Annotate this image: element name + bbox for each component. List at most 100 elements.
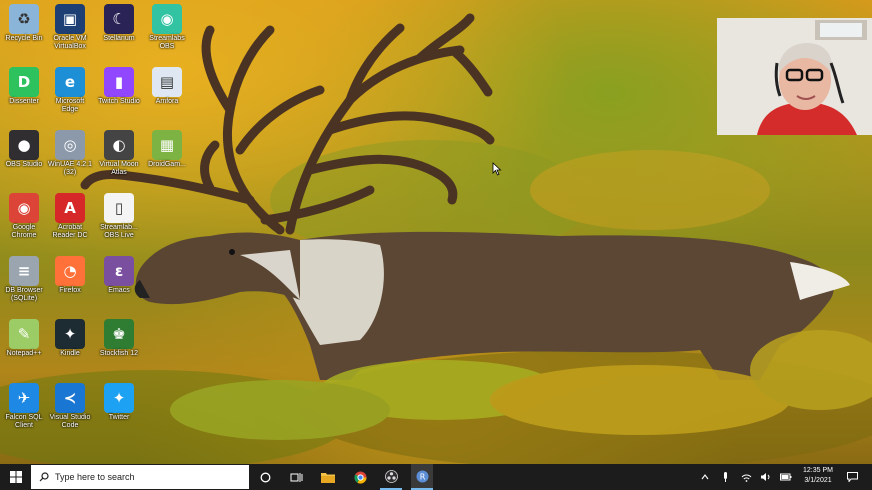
notepad-plus-icon: ✎: [9, 319, 39, 349]
desktop-icon-virtualbox[interactable]: ▣ Oracle VM VirtualBox: [48, 4, 92, 51]
desktop-icon-twitch[interactable]: ▮ Twitch Studio: [97, 67, 141, 106]
desktop-icon-kindle[interactable]: ✦ Kindle: [48, 319, 92, 358]
firefox-icon: ◔: [55, 256, 85, 286]
desktop-icon-label: Kindle: [60, 350, 80, 357]
taskbar-clock[interactable]: 12:35 PM 3/1/2021: [795, 466, 841, 486]
chevron-up-icon: [701, 474, 709, 480]
moon-atlas-icon: ◐: [104, 130, 134, 160]
desktop-icon-label: Recycle Bin: [5, 35, 43, 42]
speaker-icon: [761, 473, 770, 481]
desktop: ♻ Recycle Bin ▣ Oracle VM VirtualBox ☾ Stella…: [0, 0, 872, 464]
emacs-icon: ε: [104, 256, 134, 286]
chess-icon: ♚: [104, 319, 134, 349]
desktop-icon-streamlabs[interactable]: ◉ Streamlabs OBS: [145, 4, 189, 51]
desktop-icon-label: Oracle VM VirtualBox: [53, 35, 87, 50]
desktop-icon-label: Notepad++: [6, 350, 42, 357]
microphone-tray[interactable]: [718, 464, 732, 490]
desktop-icon-label: Acrobat Reader DC: [52, 224, 88, 239]
desktop-icon-recycle-bin[interactable]: ♻ Recycle Bin: [2, 4, 46, 43]
desktop-icon-label: OBS Studio: [5, 161, 43, 168]
amfora-icon: ▤: [152, 67, 182, 97]
twitter-icon: ✦: [104, 383, 134, 413]
taskbar: Type here to search R 12:35 PM 3/1/2021: [0, 464, 872, 490]
desktop-icon-android[interactable]: ▦ DroidGam...: [145, 130, 189, 169]
clock-date: 3/1/2021: [804, 477, 832, 484]
virtualbox-icon: ▣: [55, 4, 85, 34]
obs-taskbar-button[interactable]: [380, 464, 402, 490]
desktop-icon-label: Streamlabs OBS: [149, 35, 185, 50]
desktop-icon-twitter[interactable]: ✦ Twitter: [97, 383, 141, 422]
desktop-icon-label: Streamlab... OBS Live: [100, 224, 138, 239]
desktop-icon-label: Stockfish 12: [99, 350, 139, 357]
desktop-icon-label: Emacs: [108, 287, 130, 294]
desktop-icon-falcon[interactable]: ✈ Falcon SQL Client: [2, 383, 46, 430]
android-icon: ▦: [152, 130, 182, 160]
active-app-taskbar-button[interactable]: R: [411, 464, 433, 490]
desktop-icon-label: Amfora: [155, 98, 179, 105]
chrome-icon: ◉: [9, 193, 39, 223]
file-explorer-button[interactable]: [317, 464, 339, 490]
desktop-icon-label: Google Chrome: [11, 224, 37, 239]
search-placeholder: Type here to search: [55, 472, 135, 482]
streamlabs-icon: ◉: [152, 4, 182, 34]
notification-icon: [846, 472, 858, 482]
desktop-icon-database[interactable]: ≡ DB Browser (SQLite): [2, 256, 46, 303]
desktop-icon-label: Twitter: [108, 414, 130, 421]
desktop-icon-vscode[interactable]: ≺ Visual Studio Code: [48, 383, 92, 430]
desktop-icon-label: Stellarium: [103, 35, 135, 42]
acrobat-icon: A: [55, 193, 85, 223]
desktop-icon-file[interactable]: ▯ Streamlab... OBS Live: [97, 193, 141, 240]
desktop-icon-obs[interactable]: ● OBS Studio: [2, 130, 46, 169]
task-view-icon: [290, 472, 302, 482]
falcon-icon: ✈: [9, 383, 39, 413]
desktop-icon-stellarium[interactable]: ☾ Stellarium: [97, 4, 141, 43]
obs-icon: ●: [9, 130, 39, 160]
desktop-icon-label: WinUAE 4.2.1 (32): [48, 161, 92, 176]
chrome-button[interactable]: [349, 464, 371, 490]
winuae-icon: ◎: [55, 130, 85, 160]
vscode-icon: ≺: [55, 383, 85, 413]
desktop-icon-label: DroidGam...: [148, 161, 186, 168]
desktop-icon-label: Firefox: [59, 287, 81, 294]
webcam-person: [717, 18, 872, 135]
task-view-button[interactable]: [285, 464, 307, 490]
desktop-icon-moon-atlas[interactable]: ◐ Virtual Moon Atlas: [97, 130, 141, 177]
twitch-icon: ▮: [104, 67, 134, 97]
microphone-icon: [723, 471, 727, 482]
desktop-icon-label: Virtual Moon Atlas: [99, 161, 139, 176]
desktop-icon-acrobat[interactable]: A Acrobat Reader DC: [48, 193, 92, 240]
webcam-overlay: [717, 18, 872, 135]
cortana-icon: [260, 472, 270, 482]
action-center-button[interactable]: [843, 464, 861, 490]
stellarium-icon: ☾: [104, 4, 134, 34]
file-explorer-icon: [321, 472, 335, 483]
network-tray[interactable]: [738, 464, 754, 490]
start-button[interactable]: [0, 464, 31, 490]
app-icon: R: [416, 470, 428, 482]
obs-icon: [384, 469, 398, 483]
desktop-icon-winuae[interactable]: ◎ WinUAE 4.2.1 (32): [48, 130, 92, 177]
desktop-icon-chess[interactable]: ♚ Stockfish 12: [97, 319, 141, 358]
show-hidden-icons-button[interactable]: [698, 464, 712, 490]
desktop-icon-label: Visual Studio Code: [49, 414, 91, 429]
battery-tray[interactable]: [778, 464, 794, 490]
desktop-icon-emacs[interactable]: ε Emacs: [97, 256, 141, 295]
desktop-icon-amfora[interactable]: ▤ Amfora: [145, 67, 189, 106]
desktop-icon-chrome[interactable]: ◉ Google Chrome: [2, 193, 46, 240]
taskbar-search-box[interactable]: Type here to search: [31, 465, 249, 489]
desktop-icon-edge[interactable]: e Microsoft Edge: [48, 67, 92, 114]
desktop-icon-notepad-plus[interactable]: ✎ Notepad++: [2, 319, 46, 358]
edge-icon: e: [55, 67, 85, 97]
mouse-cursor-icon: [492, 162, 502, 176]
cortana-button[interactable]: [254, 464, 276, 490]
desktop-icon-dissenter[interactable]: D Dissenter: [2, 67, 46, 106]
battery-icon: [780, 473, 792, 481]
clock-time: 12:35 PM: [803, 467, 833, 474]
desktop-icon-label: DB Browser (SQLite): [5, 287, 43, 302]
desktop-icon-label: Dissenter: [9, 98, 39, 105]
database-icon: ≡: [9, 256, 39, 286]
desktop-icon-firefox[interactable]: ◔ Firefox: [48, 256, 92, 295]
svg-text:R: R: [419, 472, 425, 481]
kindle-icon: ✦: [55, 319, 85, 349]
volume-tray[interactable]: [758, 464, 774, 490]
